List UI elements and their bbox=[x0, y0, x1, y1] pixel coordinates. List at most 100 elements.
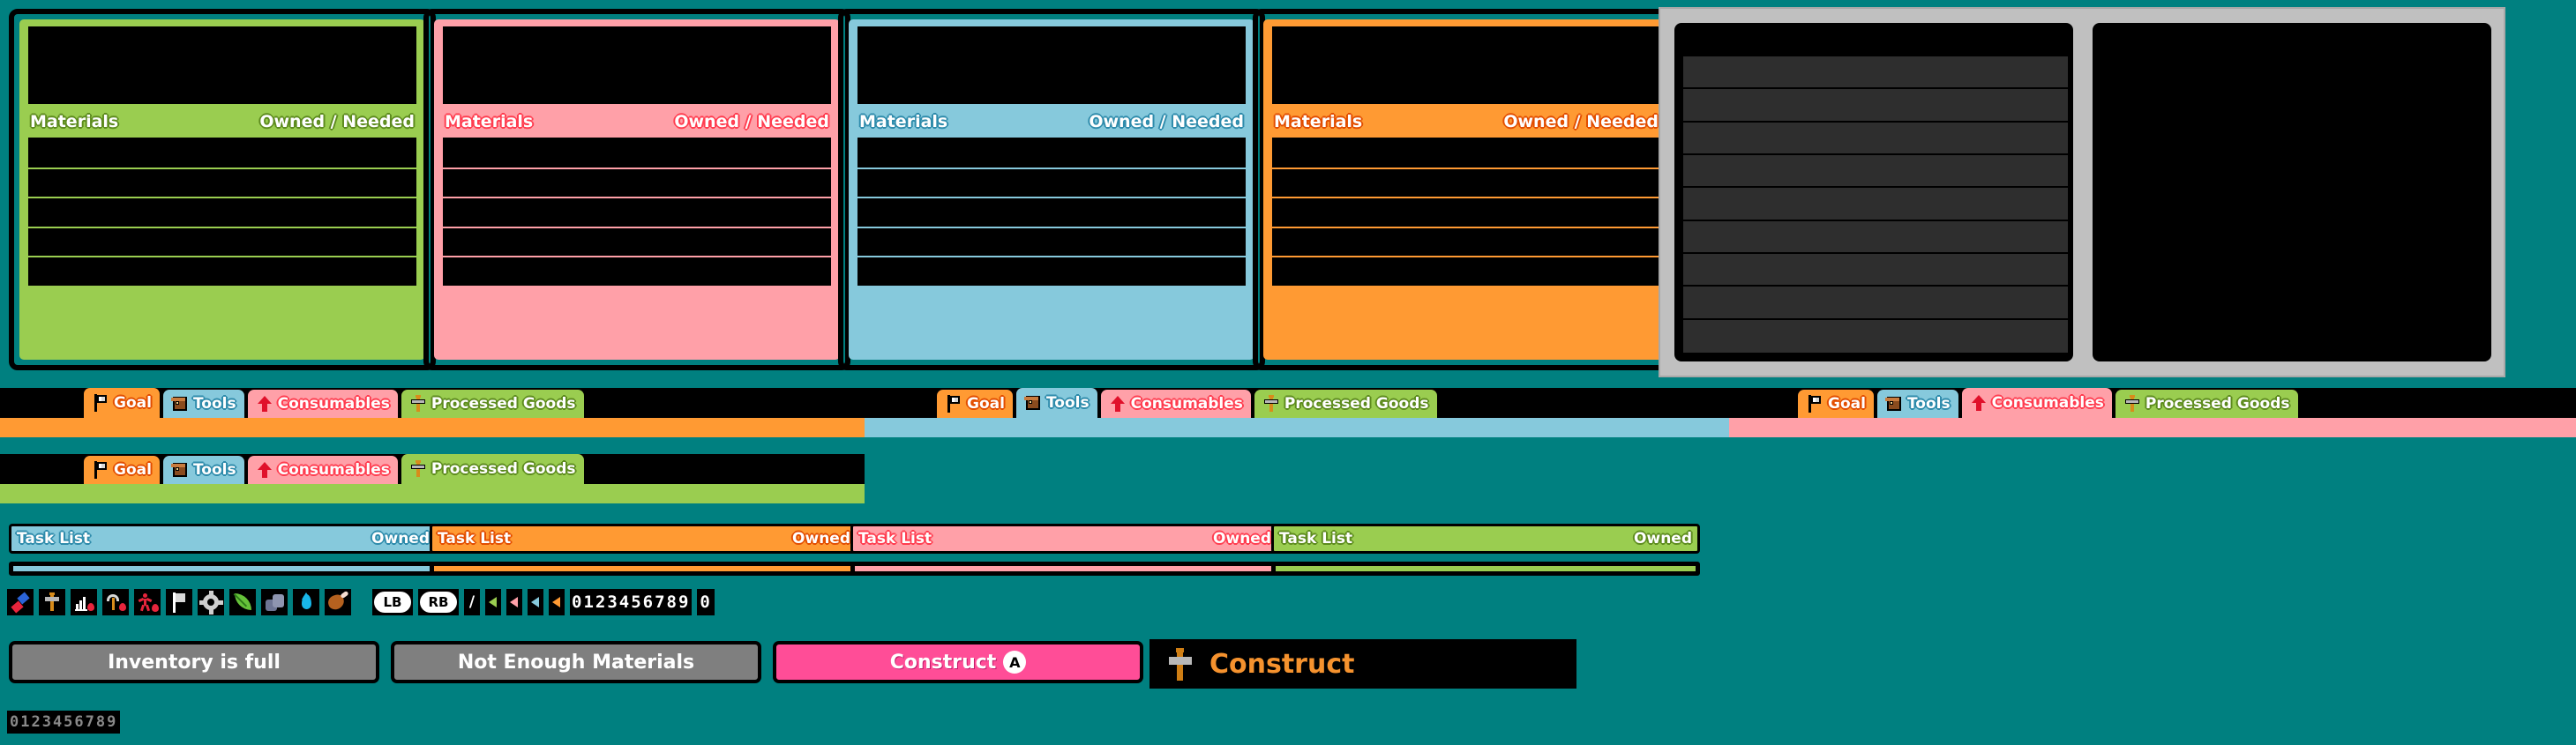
tab-bar-goal[interactable]: Goal Tools Consumables Processed Goods bbox=[0, 388, 865, 443]
left-arrow-pink-icon[interactable] bbox=[506, 589, 522, 615]
detail-row[interactable] bbox=[1683, 89, 2068, 123]
detail-row[interactable] bbox=[1683, 287, 2068, 320]
detail-panel-right[interactable] bbox=[2093, 23, 2491, 361]
material-panel-goal[interactable]: Materials Owned / Needed bbox=[9, 9, 436, 370]
material-row[interactable] bbox=[28, 226, 416, 257]
tab-bar-tools[interactable]: Goal Tools Consumables Processed Goods bbox=[865, 388, 1729, 443]
material-row[interactable] bbox=[1272, 167, 1660, 197]
material-row[interactable] bbox=[28, 256, 416, 286]
flag-icon[interactable] bbox=[166, 589, 192, 615]
material-row[interactable] bbox=[857, 256, 1246, 286]
task-list-tools[interactable]: Task List Owned bbox=[9, 524, 438, 576]
task-list-header: Task List Owned bbox=[9, 524, 438, 554]
material-row[interactable] bbox=[28, 167, 416, 197]
detail-panel-left[interactable] bbox=[1674, 23, 2073, 361]
hammer-icon[interactable] bbox=[39, 589, 65, 615]
arrow-up-icon bbox=[256, 395, 273, 413]
material-row[interactable] bbox=[443, 167, 831, 197]
tab-tools[interactable]: Tools bbox=[1876, 390, 1958, 418]
tab-goal[interactable]: Goal bbox=[937, 390, 1013, 418]
pickaxe-icon[interactable] bbox=[102, 589, 129, 615]
hammer-icon bbox=[1262, 395, 1280, 413]
material-row[interactable] bbox=[857, 197, 1246, 227]
material-row[interactable] bbox=[1272, 138, 1660, 168]
tab-consumables[interactable]: Consumables bbox=[247, 456, 398, 484]
detail-row[interactable] bbox=[1683, 221, 2068, 254]
material-panel-header: Materials Owned / Needed bbox=[25, 108, 420, 136]
task-list-processed-goods[interactable]: Task List Owned bbox=[1271, 524, 1700, 576]
material-row[interactable] bbox=[857, 167, 1246, 197]
tab-goal[interactable]: Goal bbox=[84, 388, 160, 418]
tab-bar-underline bbox=[865, 418, 1729, 437]
left-arrow-cyan-icon[interactable] bbox=[528, 589, 543, 615]
tab-bar-consumables[interactable]: Goal Tools Consumables Processed Goods bbox=[1729, 388, 2576, 443]
tab-goal[interactable]: Goal bbox=[1798, 390, 1874, 418]
task-list-goal[interactable]: Task List Owned bbox=[430, 524, 858, 576]
detail-panel[interactable] bbox=[1659, 7, 2505, 377]
owned-label: Owned bbox=[1634, 530, 1692, 548]
left-arrow-green-icon[interactable] bbox=[485, 589, 501, 615]
material-row[interactable] bbox=[1272, 197, 1660, 227]
material-row[interactable] bbox=[857, 226, 1246, 257]
not-enough-materials-button[interactable]: Not Enough Materials bbox=[391, 641, 761, 683]
material-panel-body: Materials Owned / Needed bbox=[1263, 19, 1669, 360]
digit-glyph-single: 0 bbox=[697, 589, 715, 615]
detail-row[interactable] bbox=[1683, 56, 2068, 90]
detail-row[interactable] bbox=[1683, 123, 2068, 155]
tab-consumables[interactable]: Consumables bbox=[1100, 390, 1251, 418]
construct-title-bar: Construct bbox=[1149, 639, 1576, 689]
water-drop-icon[interactable] bbox=[293, 589, 319, 615]
detail-row[interactable] bbox=[1683, 254, 2068, 287]
gear-icon[interactable] bbox=[198, 589, 224, 615]
chart-bars-icon[interactable] bbox=[71, 589, 97, 615]
person-icon[interactable] bbox=[134, 589, 161, 615]
tab-processed-goods[interactable]: Processed Goods bbox=[1254, 390, 1437, 418]
construct-button[interactable]: Construct A bbox=[773, 641, 1143, 683]
material-row[interactable] bbox=[1272, 226, 1660, 257]
rb-bumper[interactable]: RB bbox=[418, 589, 459, 615]
tab-label: Consumables bbox=[277, 460, 390, 479]
materials-label: Materials bbox=[1274, 112, 1363, 131]
material-row[interactable] bbox=[857, 138, 1246, 168]
task-list-progress bbox=[850, 562, 1279, 576]
tab-processed-goods[interactable]: Processed Goods bbox=[401, 390, 584, 418]
tab-processed-goods[interactable]: Processed Goods bbox=[2115, 390, 2298, 418]
tab-label: Consumables bbox=[1130, 394, 1243, 413]
tab-goal[interactable]: Goal bbox=[84, 456, 160, 484]
detail-row[interactable] bbox=[1683, 155, 2068, 189]
button-label: Inventory is full bbox=[108, 651, 281, 674]
material-row[interactable] bbox=[28, 197, 416, 227]
material-panel-processed-goods[interactable]: Materials Owned / Needed bbox=[1253, 9, 1680, 370]
material-row-list bbox=[28, 138, 416, 286]
tab-consumables[interactable]: Consumables bbox=[1961, 388, 2112, 418]
tab-tools[interactable]: Tools bbox=[162, 390, 244, 418]
material-row[interactable] bbox=[28, 138, 416, 168]
material-row[interactable] bbox=[443, 256, 831, 286]
hammer-icon bbox=[1165, 647, 1195, 681]
material-panel-tools[interactable]: Materials Owned / Needed bbox=[838, 9, 1265, 370]
lb-bumper[interactable]: LB bbox=[372, 589, 413, 615]
tab-bar-processed-goods[interactable]: Goal Tools Consumables Processed Goods bbox=[0, 454, 865, 509]
material-panel-consumables[interactable]: Materials Owned / Needed bbox=[423, 9, 850, 370]
task-list-consumables[interactable]: Task List Owned bbox=[850, 524, 1279, 576]
tab-tools[interactable]: Tools bbox=[1015, 388, 1097, 418]
material-row[interactable] bbox=[443, 197, 831, 227]
material-row[interactable] bbox=[443, 138, 831, 168]
pill-icon[interactable] bbox=[7, 589, 34, 615]
tab-label: Goal bbox=[114, 460, 152, 479]
left-arrow-orange-icon[interactable] bbox=[549, 589, 565, 615]
leaf-icon[interactable] bbox=[229, 589, 256, 615]
material-row[interactable] bbox=[443, 226, 831, 257]
tab-tools[interactable]: Tools bbox=[162, 456, 244, 484]
tab-label: Consumables bbox=[1991, 393, 2104, 412]
task-list-header: Task List Owned bbox=[430, 524, 858, 554]
detail-row[interactable] bbox=[1683, 320, 2068, 353]
inventory-full-button[interactable]: Inventory is full bbox=[9, 641, 379, 683]
tab-consumables[interactable]: Consumables bbox=[247, 390, 398, 418]
material-row[interactable] bbox=[1272, 256, 1660, 286]
rock-icon[interactable] bbox=[261, 589, 288, 615]
meat-icon[interactable] bbox=[325, 589, 351, 615]
tab-label: Tools bbox=[192, 394, 236, 413]
detail-row[interactable] bbox=[1683, 188, 2068, 221]
tab-processed-goods[interactable]: Processed Goods bbox=[401, 454, 584, 484]
